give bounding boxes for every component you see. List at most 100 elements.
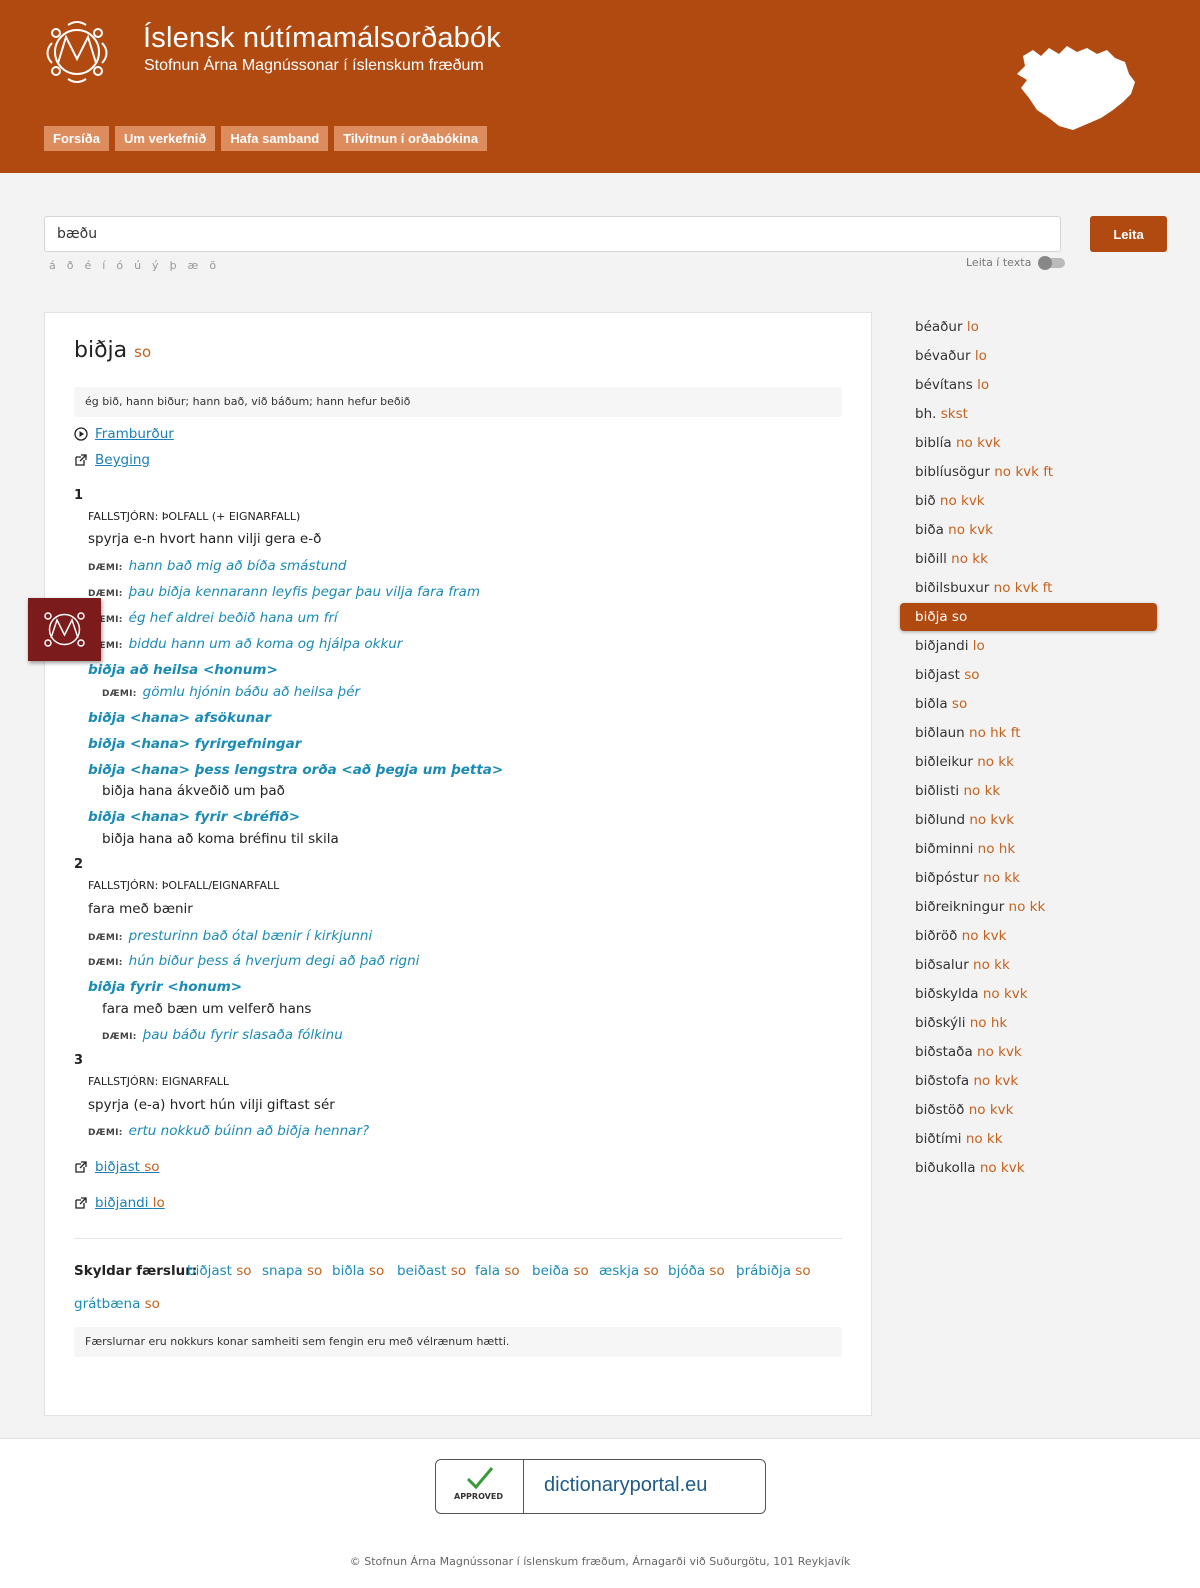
related-entry[interactable]: æskja so	[599, 1263, 659, 1279]
special-char-bar: á ð é í ó ú ý þ æ ö	[49, 259, 216, 272]
sidebar-item[interactable]: biðskýli no hk	[900, 1009, 1157, 1037]
fulltext-toggle[interactable]: Leita í texta	[966, 255, 1066, 270]
institute-logo-icon[interactable]	[44, 19, 110, 85]
related-entry[interactable]: bjóða so	[668, 1263, 725, 1279]
sense-number: 3	[74, 1053, 84, 1068]
pronunciation-row: Framburður	[74, 426, 174, 442]
site-subtitle: Stofnun Árna Magnússonar í íslenskum fræ…	[144, 57, 484, 74]
site-footer: APPROVED dictionaryportal.eu © Stofnun Á…	[0, 1438, 1200, 1588]
char-o-acute[interactable]: ó	[116, 259, 123, 272]
sidebar-item[interactable]: biða no kvk	[900, 516, 1157, 544]
approved-section: APPROVED	[436, 1460, 524, 1513]
search-button[interactable]: Leita	[1090, 216, 1167, 252]
sidebar-item[interactable]: bévítans lo	[900, 371, 1157, 399]
sidebar-item[interactable]: biðla so	[900, 690, 1157, 718]
nav-about[interactable]: Um verkefnið	[114, 126, 216, 151]
sidebar-item[interactable]: biðlund no kvk	[900, 806, 1157, 834]
search-input[interactable]	[44, 216, 1061, 252]
fulltext-switch[interactable]	[1038, 255, 1066, 270]
main-nav: Forsíða Um verkefnið Hafa samband Tilvit…	[44, 126, 488, 151]
char-a-acute[interactable]: á	[49, 259, 56, 272]
char-ae[interactable]: æ	[188, 259, 199, 272]
example-text: gömlu hjónin báðu að heilsa þér	[142, 684, 361, 700]
sub-entry-link[interactable]: biðjast so	[95, 1159, 160, 1175]
play-circle-icon[interactable]	[74, 427, 88, 441]
example-text: hann bað mig að bíða smástund	[128, 558, 347, 574]
sense-definition: spyrja (e-a) hvort hún vilji giftast sér	[88, 1097, 335, 1113]
char-i-acute[interactable]: í	[102, 259, 105, 272]
example-label: DÆMI:	[88, 563, 123, 573]
sidebar-item[interactable]: biblía no kvk	[900, 429, 1157, 457]
divider	[74, 1238, 842, 1239]
related-entry[interactable]: fala so	[475, 1263, 520, 1279]
sidebar-item[interactable]: bh. skst	[900, 400, 1157, 428]
nav-contact[interactable]: Hafa samband	[221, 126, 329, 151]
char-y-acute[interactable]: ý	[152, 259, 159, 272]
example-text: hún biður þess á hverjum degi að það rig…	[128, 953, 420, 969]
case-government: FALLSTJÓRN: ÞOLFALL/EIGNARFALL	[88, 879, 280, 892]
site-header: Íslensk nútímamálsorðabók Stofnun Árna M…	[0, 0, 1200, 173]
dictionary-portal-badge[interactable]: APPROVED dictionaryportal.eu	[435, 1459, 766, 1514]
sidebar-item[interactable]: biðreikningur no kk	[900, 893, 1157, 921]
sidebar-item[interactable]: biðukolla no kvk	[900, 1154, 1157, 1182]
sidebar-item-active[interactable]: biðja so	[900, 603, 1157, 631]
sidebar-item[interactable]: biðstofa no kvk	[900, 1067, 1157, 1095]
nav-home[interactable]: Forsíða	[44, 126, 109, 151]
sub-entry-word: biðjandi	[95, 1195, 149, 1211]
related-entry[interactable]: biðjast so	[187, 1263, 252, 1279]
sub-entry-link[interactable]: biðjandi lo	[95, 1195, 165, 1211]
sidebar-item[interactable]: biðjandi lo	[900, 632, 1157, 660]
sidebar-item[interactable]: biðstöð no kvk	[900, 1096, 1157, 1124]
sidebar-item[interactable]: biðilsbuxur no kvk ft	[900, 574, 1157, 602]
nav-citation[interactable]: Tilvitnun í orðabókina	[334, 126, 488, 151]
char-e-acute[interactable]: é	[84, 259, 91, 272]
sidebar-item[interactable]: bévaður lo	[900, 342, 1157, 370]
checkmark-icon	[466, 1467, 494, 1490]
related-entry[interactable]: beiða so	[532, 1263, 589, 1279]
sidebar-item[interactable]: biðsalur no kk	[900, 951, 1157, 979]
char-eth[interactable]: ð	[67, 259, 74, 272]
floating-logo-button[interactable]	[28, 598, 101, 661]
example: DÆMI: ertu nokkuð búinn að biðja hennar?	[88, 1123, 369, 1139]
sidebar-item[interactable]: biðill no kk	[900, 545, 1157, 573]
declension-row: Beyging	[74, 452, 150, 468]
sidebar-item[interactable]: biðtími no kk	[900, 1125, 1157, 1153]
char-o-umlaut[interactable]: ö	[209, 259, 216, 272]
sub-entry-row: biðjandi lo	[74, 1195, 165, 1211]
sub-entry-word: biðjast	[95, 1159, 140, 1175]
sub-entry-pos: lo	[152, 1195, 165, 1211]
sidebar-item[interactable]: biðjast so	[900, 661, 1157, 689]
sidebar-item[interactable]: biðlaun no hk ft	[900, 719, 1157, 747]
example-label: DÆMI:	[88, 958, 123, 968]
headword: biðja	[74, 338, 128, 363]
pronunciation-link[interactable]: Framburður	[95, 426, 174, 442]
example-label: DÆMI:	[88, 933, 123, 943]
inflection-summary: ég bið, hann biður; hann bað, við báðum;…	[74, 387, 842, 417]
related-entry[interactable]: biðla so	[332, 1263, 384, 1279]
sidebar-item[interactable]: biðleikur no kk	[900, 748, 1157, 776]
char-u-acute[interactable]: ú	[134, 259, 141, 272]
related-entries-label: Skyldar færslur:	[74, 1263, 198, 1279]
related-entry[interactable]: snapa so	[262, 1263, 322, 1279]
sidebar-item[interactable]: biðpóstur no kk	[900, 864, 1157, 892]
sense-number: 2	[74, 857, 84, 872]
entry-card: biðja so ég bið, hann biður; hann bað, v…	[44, 312, 872, 1416]
related-entry[interactable]: grátbæna so	[74, 1296, 160, 1312]
related-entry[interactable]: þrábiðja so	[736, 1263, 811, 1279]
sidebar-item[interactable]: biðminni no hk	[900, 835, 1157, 863]
example: DÆMI: þau báðu fyrir slasaða fólkinu	[102, 1027, 343, 1043]
declension-link[interactable]: Beyging	[95, 452, 150, 468]
related-entry[interactable]: beiðast so	[397, 1263, 466, 1279]
sidebar-item[interactable]: biðskylda no kvk	[900, 980, 1157, 1008]
institute-logo-icon	[44, 612, 85, 647]
example-text: biddu hann um að koma og hjálpa okkur	[128, 636, 403, 652]
sidebar-item[interactable]: biðstaða no kvk	[900, 1038, 1157, 1066]
sidebar-item[interactable]: biðlisti no kk	[900, 777, 1157, 805]
sidebar-item[interactable]: béaður lo	[900, 313, 1157, 341]
sidebar-item[interactable]: bið no kvk	[900, 487, 1157, 515]
sidebar-item[interactable]: biðröð no kvk	[900, 922, 1157, 950]
idiom-phrase: biðja <hana> fyrirgefningar	[88, 736, 302, 752]
char-thorn[interactable]: þ	[170, 259, 177, 272]
site-title[interactable]: Íslensk nútímamálsorðabók	[143, 22, 501, 55]
sidebar-item[interactable]: biblíusögur no kvk ft	[900, 458, 1157, 486]
